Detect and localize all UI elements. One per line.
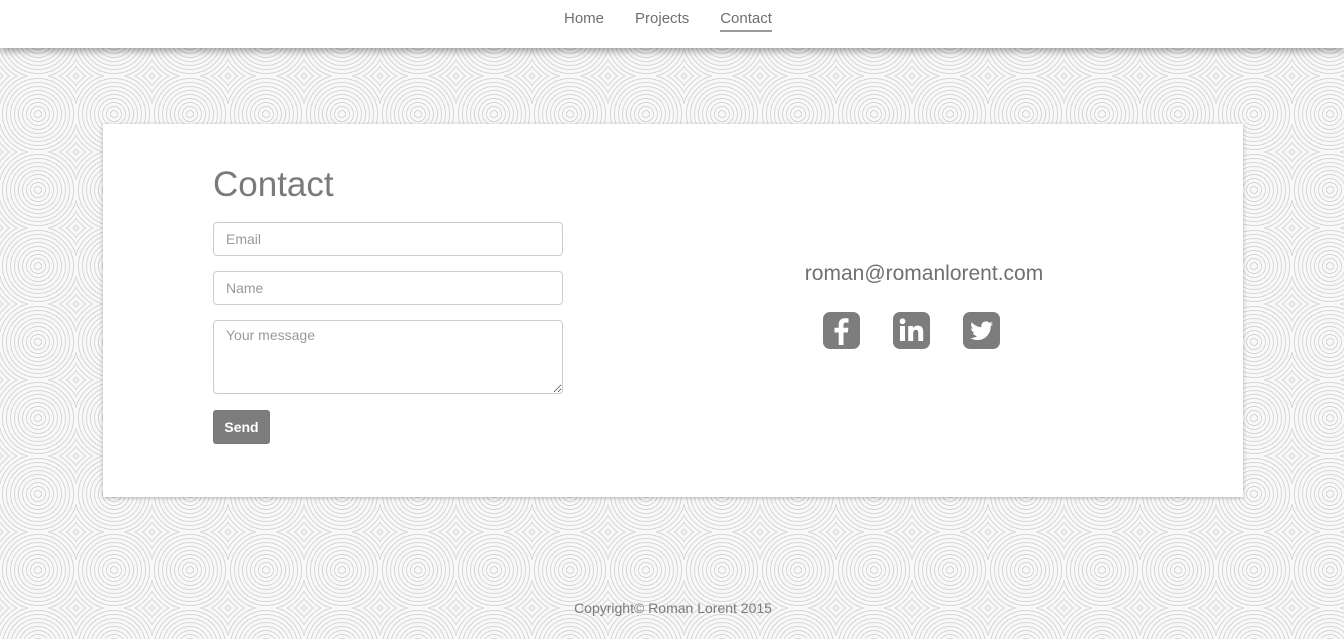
nav-link-home[interactable]: Home	[564, 10, 604, 32]
facebook-icon[interactable]	[823, 312, 860, 349]
nav-link-contact[interactable]: Contact	[720, 10, 772, 32]
linkedin-icon[interactable]	[893, 312, 930, 349]
footer-copyright: Copyright© Roman Lorent 2015	[574, 600, 772, 616]
social-links	[823, 312, 1000, 349]
message-textarea[interactable]	[213, 320, 563, 394]
nav-link-projects[interactable]: Projects	[635, 10, 689, 32]
contact-info: roman@romanlorent.com	[723, 260, 1097, 349]
email-input[interactable]	[213, 222, 563, 256]
main-nav: Home Projects Contact	[564, 10, 772, 32]
page-title: Contact	[213, 165, 334, 204]
send-button[interactable]: Send	[213, 410, 270, 444]
contact-email[interactable]: roman@romanlorent.com	[805, 260, 1043, 288]
name-input[interactable]	[213, 271, 563, 305]
twitter-icon[interactable]	[963, 312, 1000, 349]
top-navbar: Home Projects Contact	[0, 0, 1344, 48]
contact-form: Contact Send	[213, 164, 563, 444]
contact-card: Contact Send roman@romanlorent.com	[103, 124, 1243, 497]
